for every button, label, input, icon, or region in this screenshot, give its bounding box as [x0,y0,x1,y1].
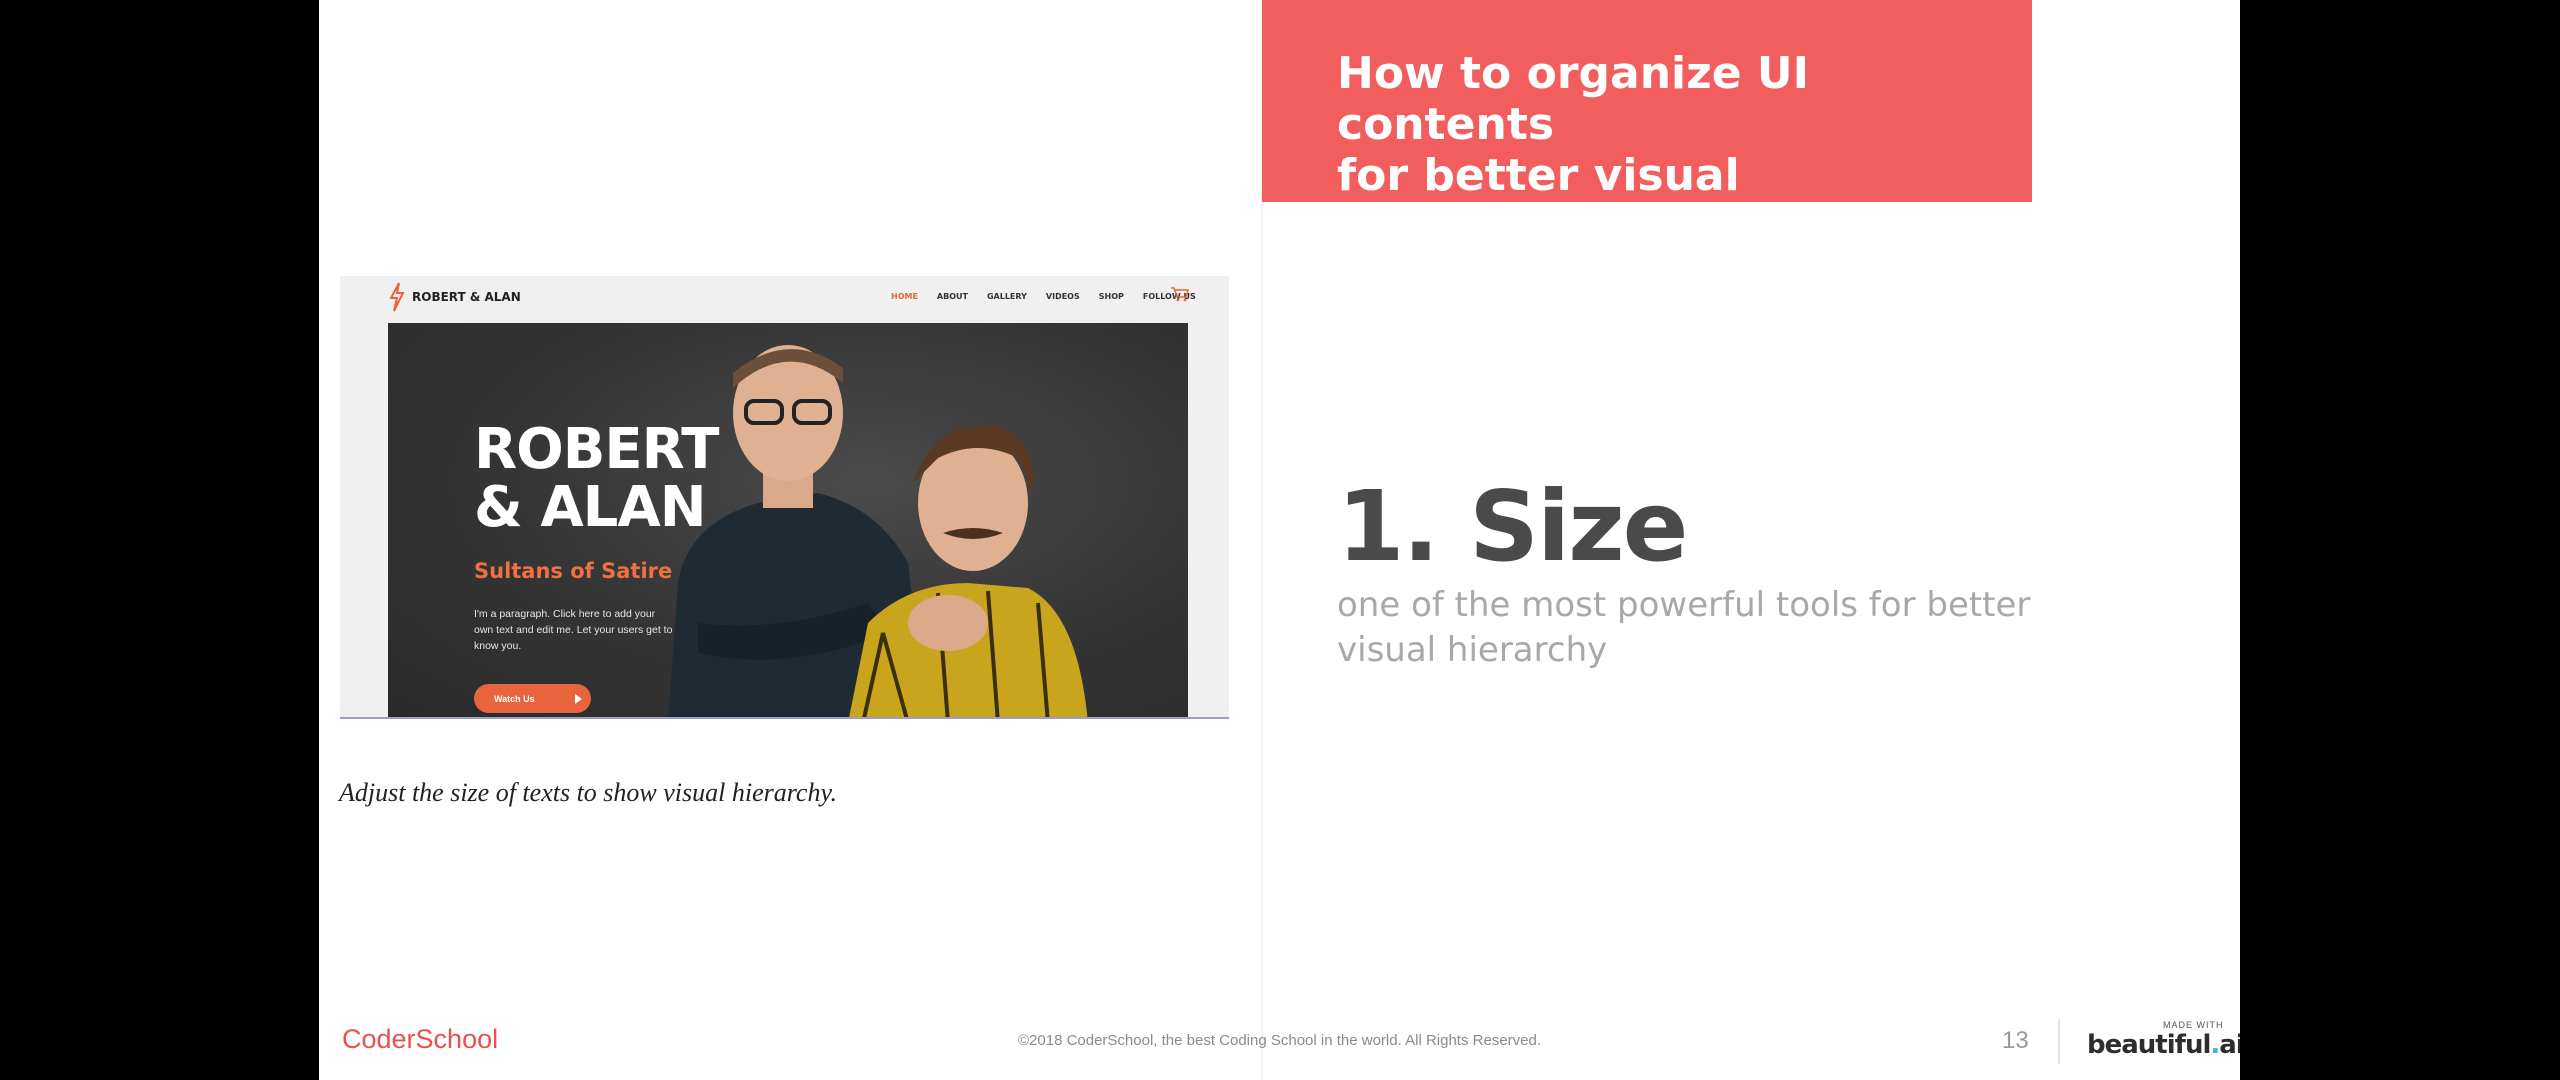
slide: How to organize UI contents for better v… [319,0,2240,1080]
section-heading: 1. Size [1337,470,1688,583]
footer-separator [2058,1019,2060,1064]
hero-title: ROBERT & ALAN [474,417,719,540]
title-banner: How to organize UI contents for better v… [1262,0,2032,252]
hero-subtitle: Sultans of Satire [474,559,673,583]
cart-icon [1171,287,1189,302]
screenshot-brand: ROBERT & ALAN [412,290,521,304]
footer-copyright: ©2018 CoderSchool, the best Coding Schoo… [1017,1032,1541,1049]
menu-item-videos: VIDEOS [1045,292,1080,301]
made-with-label: MADE WITH [2163,1020,2224,1030]
beautiful-ai-logo-left: beautiful [2087,1030,2211,1060]
play-icon [574,693,582,704]
beautiful-ai-logo[interactable]: beautiful.ai [2087,1030,2240,1060]
hero-paragraph: I'm a paragraph. Click here to add your … [474,608,673,652]
menu-item-gallery: GALLERY [986,292,1027,301]
screenshot-hero: ROBERT & ALAN Sultans of Satire I'm a pa… [388,323,1188,717]
beautiful-ai-logo-right: ai [2219,1030,2240,1060]
page-number: 13 [2002,1027,2029,1054]
watch-us-label: Watch Us [494,693,535,704]
beautiful-ai-logo-dot: . [2210,1030,2220,1060]
menu-item-shop: SHOP [1098,292,1124,301]
menu-item-home: HOME [891,292,918,301]
watch-us-button: Watch Us [474,684,591,713]
slide-title: How to organize UI contents for better v… [1337,48,1809,252]
screenshot-menu: HOME ABOUT GALLERY VIDEOS SHOP FOLLOW US [891,292,1196,301]
website-screenshot: ROBERT & ALAN HOME ABOUT GALLERY VIDEOS … [340,276,1229,719]
image-caption: Adjust the size of texts to show visual … [339,778,838,807]
screenshot-navbar: ROBERT & ALAN HOME ABOUT GALLERY VIDEOS … [340,276,1229,324]
menu-item-about: ABOUT [936,292,968,301]
lightning-logo-icon [389,282,405,312]
section-subtext: one of the most powerful tools for bette… [1337,585,2031,670]
